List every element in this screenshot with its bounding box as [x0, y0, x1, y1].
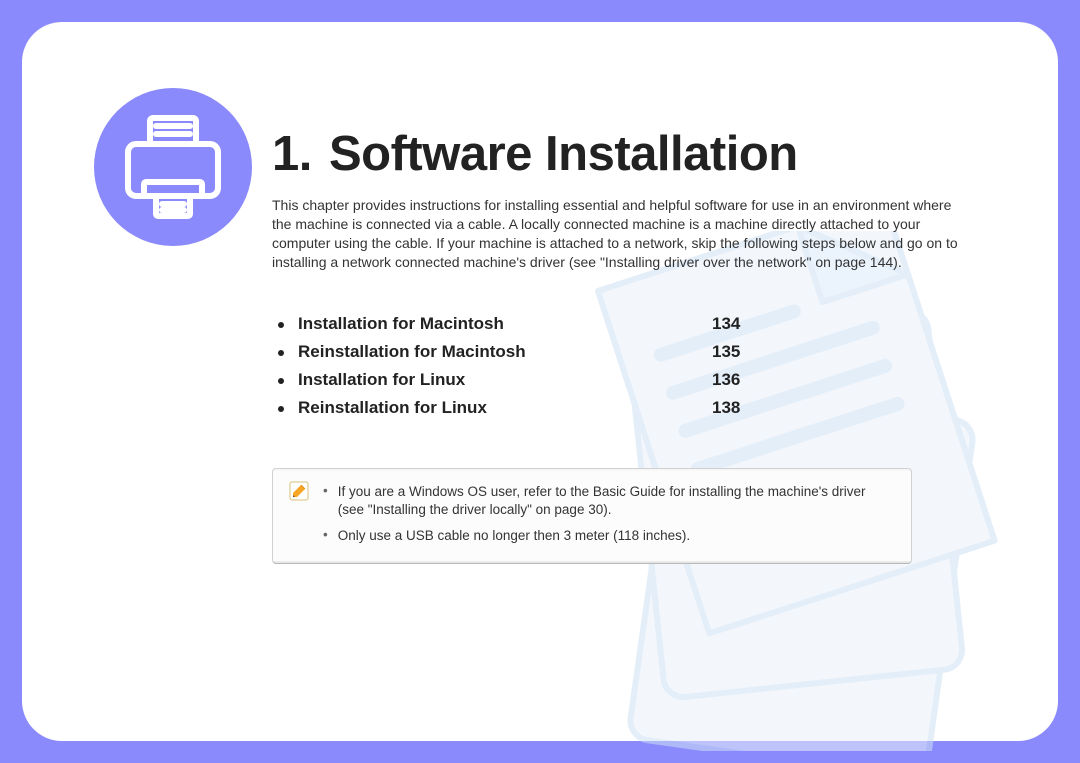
bullet-icon: [278, 378, 284, 384]
toc-page-number: 134: [712, 314, 972, 334]
toc-label: Reinstallation for Macintosh: [298, 342, 526, 362]
page-card: 1. Software Installation This chapter pr…: [22, 22, 1058, 741]
chapter-number: 1.: [272, 127, 312, 181]
toc-page-number: 135: [712, 342, 972, 362]
toc-label: Installation for Linux: [298, 370, 465, 390]
note-list: • If you are a Windows OS user, refer to…: [323, 479, 895, 550]
toc-item: Installation for Macintosh 134: [278, 310, 972, 338]
toc-label: Installation for Macintosh: [298, 314, 504, 334]
note-box: • If you are a Windows OS user, refer to…: [272, 468, 912, 565]
content-column: 1. Software Installation This chapter pr…: [272, 126, 972, 564]
toc-page-number: 136: [712, 370, 972, 390]
chapter-intro-paragraph: This chapter provides instructions for i…: [272, 196, 972, 272]
bullet-icon: •: [323, 483, 328, 519]
chapter-title: Software Installation: [329, 127, 798, 181]
toc-label: Reinstallation for Linux: [298, 398, 487, 418]
bullet-icon: [278, 322, 284, 328]
chapter-toc: Installation for Macintosh 134 Reinstall…: [278, 310, 972, 422]
note-text: If you are a Windows OS user, refer to t…: [338, 483, 895, 519]
toc-item: Reinstallation for Linux 138: [278, 394, 972, 422]
toc-item: Installation for Linux 136: [278, 366, 972, 394]
note-text: Only use a USB cable no longer then 3 me…: [338, 527, 690, 545]
note-item: • If you are a Windows OS user, refer to…: [323, 479, 895, 523]
printer-icon: [94, 88, 252, 246]
bullet-icon: [278, 350, 284, 356]
bullet-icon: [278, 406, 284, 412]
note-pencil-icon: [289, 481, 309, 550]
bullet-icon: •: [323, 527, 328, 545]
toc-item: Reinstallation for Macintosh 135: [278, 338, 972, 366]
toc-page-number: 138: [712, 398, 972, 418]
note-item: • Only use a USB cable no longer then 3 …: [323, 523, 895, 549]
chapter-heading: 1. Software Installation: [272, 126, 972, 182]
